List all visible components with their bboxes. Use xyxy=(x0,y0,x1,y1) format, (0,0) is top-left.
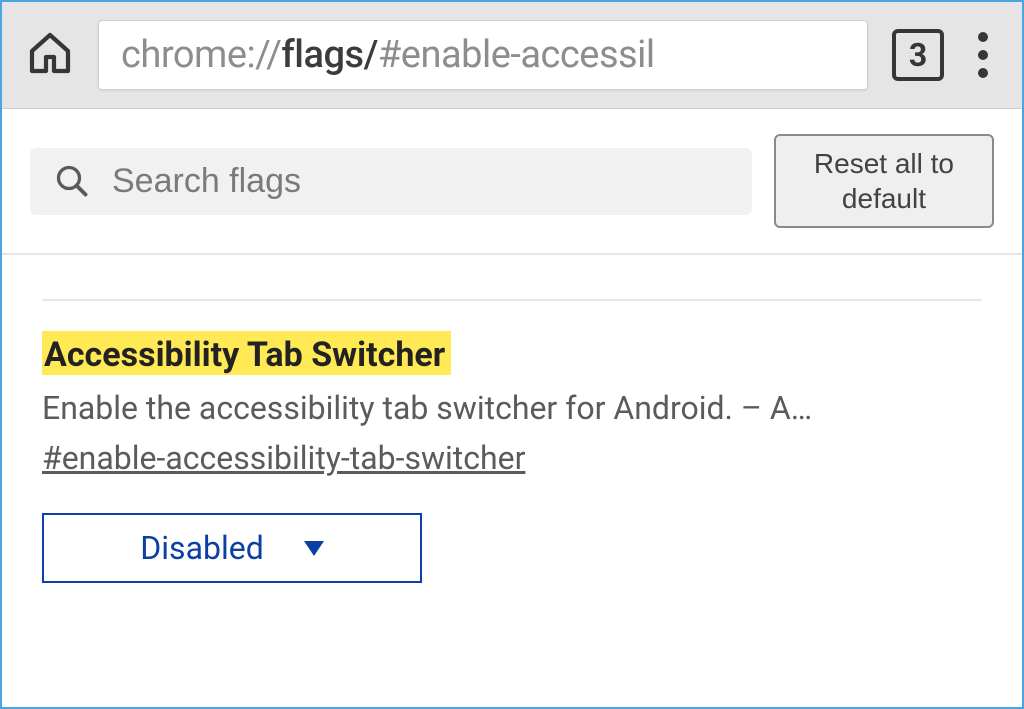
url-prefix: chrome:// xyxy=(121,33,281,77)
flag-title: Accessibility Tab Switcher xyxy=(42,331,451,375)
divider xyxy=(42,299,982,301)
url-bold: flags/ xyxy=(281,33,378,77)
flag-hash-link[interactable]: #enable-accessibility-tab-switcher xyxy=(42,439,525,477)
flag-selected-option: Disabled xyxy=(140,529,263,567)
kebab-icon xyxy=(978,68,988,78)
search-flags-input[interactable] xyxy=(112,162,728,201)
url-bar[interactable]: chrome://flags/#enable-accessil xyxy=(98,20,868,90)
flag-state-select[interactable]: Disabled xyxy=(42,513,422,583)
kebab-icon xyxy=(978,32,988,42)
flag-item: Accessibility Tab Switcher Enable the ac… xyxy=(42,331,982,583)
home-button[interactable] xyxy=(26,29,74,81)
tab-count-value: 3 xyxy=(909,36,927,74)
search-icon xyxy=(54,163,90,199)
browser-toolbar: chrome://flags/#enable-accessil 3 xyxy=(2,2,1022,109)
search-flags-box[interactable] xyxy=(30,148,752,215)
kebab-icon xyxy=(978,50,988,60)
overflow-menu-button[interactable] xyxy=(968,26,998,84)
home-icon xyxy=(26,29,74,77)
chevron-down-icon xyxy=(304,541,324,556)
tab-switcher-button[interactable]: 3 xyxy=(892,29,944,81)
flag-description: Enable the accessibility tab switcher fo… xyxy=(42,389,982,427)
flags-content: Accessibility Tab Switcher Enable the ac… xyxy=(2,255,1022,617)
reset-all-button[interactable]: Reset all to default xyxy=(774,134,994,228)
url-suffix: #enable-accessil xyxy=(378,33,655,77)
flags-search-row: Reset all to default xyxy=(2,109,1022,255)
